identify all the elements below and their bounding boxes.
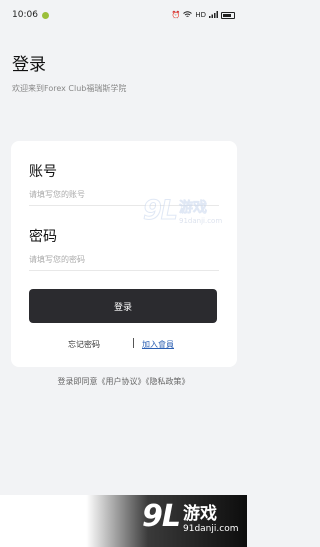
watermark-center: 9L 游戏 91danji.com — [143, 195, 223, 227]
watermark-text: 游戏 91danji.com — [179, 197, 223, 225]
hd-badge: HD — [195, 11, 206, 19]
watermark-logo: 9L — [143, 195, 179, 227]
signal-icon — [209, 10, 218, 20]
forgot-password-link[interactable]: 忘记密码 — [68, 339, 100, 350]
status-right: ⏰ HD — [171, 10, 235, 20]
login-button[interactable]: 登录 — [29, 289, 217, 323]
account-label: 账号 — [29, 164, 57, 180]
status-bar: 10:06 ⏰ HD — [0, 0, 247, 30]
watermark-url: 91danji.com — [179, 216, 223, 225]
login-card: 账号 密码 登录 忘记密码 加入會員 — [11, 141, 237, 367]
agreement-text[interactable]: 登录即同意《用户协议》《隐私政策》 — [0, 376, 247, 387]
watermark-url-bottom: 91danji.com — [183, 524, 239, 534]
page-subtitle: 欢迎来到Forex Club福瑞斯学院 — [12, 84, 127, 93]
alarm-icon: ⏰ — [171, 11, 181, 19]
notification-icon — [41, 11, 49, 19]
watermark-title-bottom: 游戏 — [183, 504, 217, 524]
password-input[interactable] — [29, 248, 219, 271]
page-title: 登录 — [12, 55, 46, 75]
password-label: 密码 — [29, 229, 57, 245]
status-time: 10:06 — [12, 10, 38, 20]
watermark-title: 游戏 — [179, 199, 208, 216]
battery-icon — [221, 11, 235, 19]
status-left: 10:06 — [12, 10, 49, 20]
watermark-logo-bottom: 9L — [142, 499, 181, 534]
join-member-link[interactable]: 加入會員 — [142, 339, 174, 350]
link-divider — [133, 338, 134, 348]
watermark-bottom: 9L 游戏 91danji.com — [142, 499, 238, 534]
watermark-text-bottom: 游戏 91danji.com — [183, 499, 238, 534]
wifi-icon — [183, 10, 193, 20]
